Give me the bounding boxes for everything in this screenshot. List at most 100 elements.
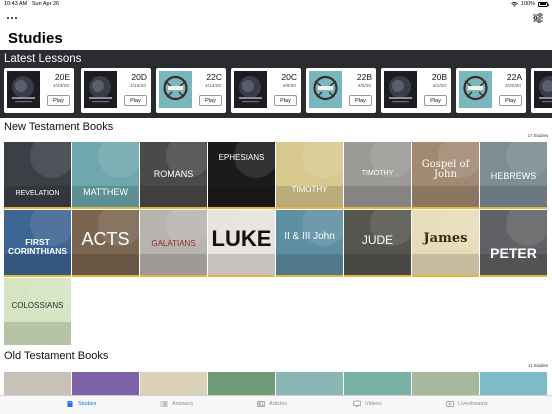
ot-book-tile[interactable] bbox=[4, 372, 71, 395]
lesson-card[interactable]: 22B 4/6/20 Play bbox=[306, 68, 376, 113]
book-tile-timothy[interactable]: TIMOTHY bbox=[344, 142, 411, 209]
play-button[interactable]: Play bbox=[274, 95, 297, 106]
lesson-thumbnail bbox=[459, 71, 492, 108]
book-cover-art bbox=[4, 142, 71, 207]
book-title: TIMOTHY bbox=[361, 170, 394, 177]
lesson-code: 20D bbox=[131, 72, 147, 82]
lesson-code: 20E bbox=[54, 72, 70, 82]
ot-book-tile[interactable] bbox=[344, 372, 411, 395]
book-title: MATTHEW bbox=[83, 187, 128, 197]
tab-answers[interactable]: Answers bbox=[160, 400, 193, 408]
lesson-card[interactable]: 20E 4/23/20 Play bbox=[4, 68, 74, 113]
book-tile-james[interactable]: James bbox=[412, 210, 479, 277]
book-tile-ephesians[interactable]: EPHESIANS bbox=[208, 142, 275, 209]
book-tile-ii-iii-john[interactable]: II & III John bbox=[276, 210, 343, 277]
book-tile-colossians[interactable]: COLOSSIANS bbox=[4, 278, 71, 345]
book-tile-peter[interactable]: PETER bbox=[480, 210, 547, 277]
book-tile-gospel-of-john[interactable]: Gospel of John bbox=[412, 142, 479, 209]
book-tile-jude[interactable]: JUDE bbox=[344, 210, 411, 277]
tab-label: Livestreams bbox=[458, 401, 488, 407]
book-cover-art bbox=[4, 278, 71, 345]
list-icon bbox=[160, 401, 168, 407]
book-title: FIRST CORINTHIANS bbox=[7, 237, 68, 256]
lesson-date: 3/30/20 bbox=[504, 84, 521, 89]
play-button[interactable]: Play bbox=[47, 95, 70, 106]
lesson-card[interactable]: 22A 3/30/20 Play bbox=[456, 68, 526, 113]
lesson-code: 22B bbox=[356, 72, 372, 82]
book-tile-acts[interactable]: ACTS bbox=[72, 210, 139, 277]
play-button[interactable]: Play bbox=[424, 95, 447, 106]
book-title: EPHESIANS bbox=[218, 153, 265, 162]
status-time: 10:43 AM Sun Apr 26 bbox=[4, 1, 60, 7]
play-button[interactable]: Play bbox=[199, 95, 222, 106]
tab-label: Videos bbox=[365, 401, 382, 407]
lesson-card[interactable]: 20B 4/1/20 Play bbox=[381, 68, 451, 113]
book-title: LUKE bbox=[211, 226, 272, 251]
ot-book-tile[interactable] bbox=[72, 372, 139, 395]
tab-videos[interactable]: Videos bbox=[353, 400, 382, 408]
lesson-thumbnail bbox=[534, 71, 552, 108]
lesson-card[interactable]: 20D 4/16/20 Play bbox=[81, 68, 151, 113]
book-tile-matthew[interactable]: MATTHEW bbox=[72, 142, 139, 209]
status-date: Sun Apr 26 bbox=[31, 1, 60, 7]
book-title: James bbox=[423, 231, 468, 246]
lesson-date: 4/6/20 bbox=[357, 84, 371, 89]
ot-book-tile[interactable] bbox=[208, 372, 275, 395]
lesson-thumbnail bbox=[309, 71, 342, 108]
play-button[interactable]: Play bbox=[349, 95, 372, 106]
book-tile-galatians[interactable]: GALATIANS bbox=[140, 210, 207, 277]
app-root: 10:43 AM Sun Apr 26 100% Studies Latest … bbox=[0, 0, 552, 414]
lesson-date: 4/1/20 bbox=[432, 84, 446, 89]
book-tile-luke[interactable]: LUKE bbox=[208, 210, 275, 277]
book-tile-first-corinthians[interactable]: FIRST CORINTHIANS bbox=[4, 210, 71, 277]
latest-lessons-title: Latest Lessons bbox=[4, 53, 82, 65]
book-title: REVELATION bbox=[15, 190, 60, 197]
book-tile-revelation[interactable]: REVELATION bbox=[4, 142, 71, 209]
ot-book-tile[interactable] bbox=[412, 372, 479, 395]
book-tile-timothy[interactable]: TIMOTHY bbox=[276, 142, 343, 209]
lesson-code: 22C bbox=[206, 72, 222, 82]
tab-livestreams[interactable]: Livestreams bbox=[446, 400, 488, 408]
lesson-thumbnail bbox=[7, 71, 40, 108]
lesson-thumbnail bbox=[384, 71, 417, 108]
ot-book-tile[interactable] bbox=[140, 372, 207, 395]
ot-book-tile[interactable] bbox=[480, 372, 547, 395]
tab-studies[interactable]: Studies bbox=[66, 400, 96, 408]
book-title: ACTS bbox=[81, 229, 130, 249]
more-dots-icon bbox=[7, 16, 10, 20]
book-title: ROMANS bbox=[153, 169, 194, 179]
lesson-card[interactable]: 20C 4/8/20 Play bbox=[231, 68, 301, 113]
filter-sliders-icon[interactable] bbox=[532, 12, 544, 24]
lesson-card[interactable] bbox=[531, 68, 552, 113]
newspaper-icon bbox=[257, 401, 265, 407]
lesson-date: 4/8/20 bbox=[282, 84, 296, 89]
monitor-icon bbox=[353, 400, 361, 407]
nav-bar: Studies bbox=[0, 9, 552, 49]
ot-book-tile[interactable] bbox=[276, 372, 343, 395]
status-right: 100% bbox=[511, 1, 549, 7]
book-tile-hebrews[interactable]: HEBREWS bbox=[480, 142, 547, 209]
tab-label: Answers bbox=[172, 401, 194, 407]
play-button[interactable]: Play bbox=[499, 95, 522, 106]
page-title: Studies bbox=[8, 30, 63, 47]
play-box-icon bbox=[446, 401, 454, 407]
battery-percent: 100% bbox=[520, 1, 535, 7]
book-tile-romans[interactable]: ROMANS bbox=[140, 142, 207, 209]
lesson-code: 20C bbox=[281, 72, 297, 82]
lesson-card[interactable]: 22C 4/13/20 Play bbox=[156, 68, 226, 113]
nt-section-title: New Testament Books bbox=[4, 121, 114, 133]
book-title: Gospel of John bbox=[421, 159, 470, 180]
more-dot bbox=[14, 16, 18, 20]
book-title: PETER bbox=[490, 245, 537, 261]
book-title: JUDE bbox=[361, 233, 394, 247]
more-dot bbox=[10, 16, 14, 20]
tab-articles[interactable]: Articles bbox=[257, 400, 287, 408]
book-title: GALATIANS bbox=[151, 239, 196, 248]
book-cover-art bbox=[72, 142, 139, 207]
ot-section-title: Old Testament Books bbox=[4, 350, 109, 362]
lesson-thumbnail bbox=[159, 71, 192, 108]
more-button[interactable] bbox=[7, 14, 21, 22]
book-cover-art bbox=[276, 210, 343, 275]
lesson-code: 20B bbox=[431, 72, 447, 82]
play-button[interactable]: Play bbox=[124, 95, 147, 106]
